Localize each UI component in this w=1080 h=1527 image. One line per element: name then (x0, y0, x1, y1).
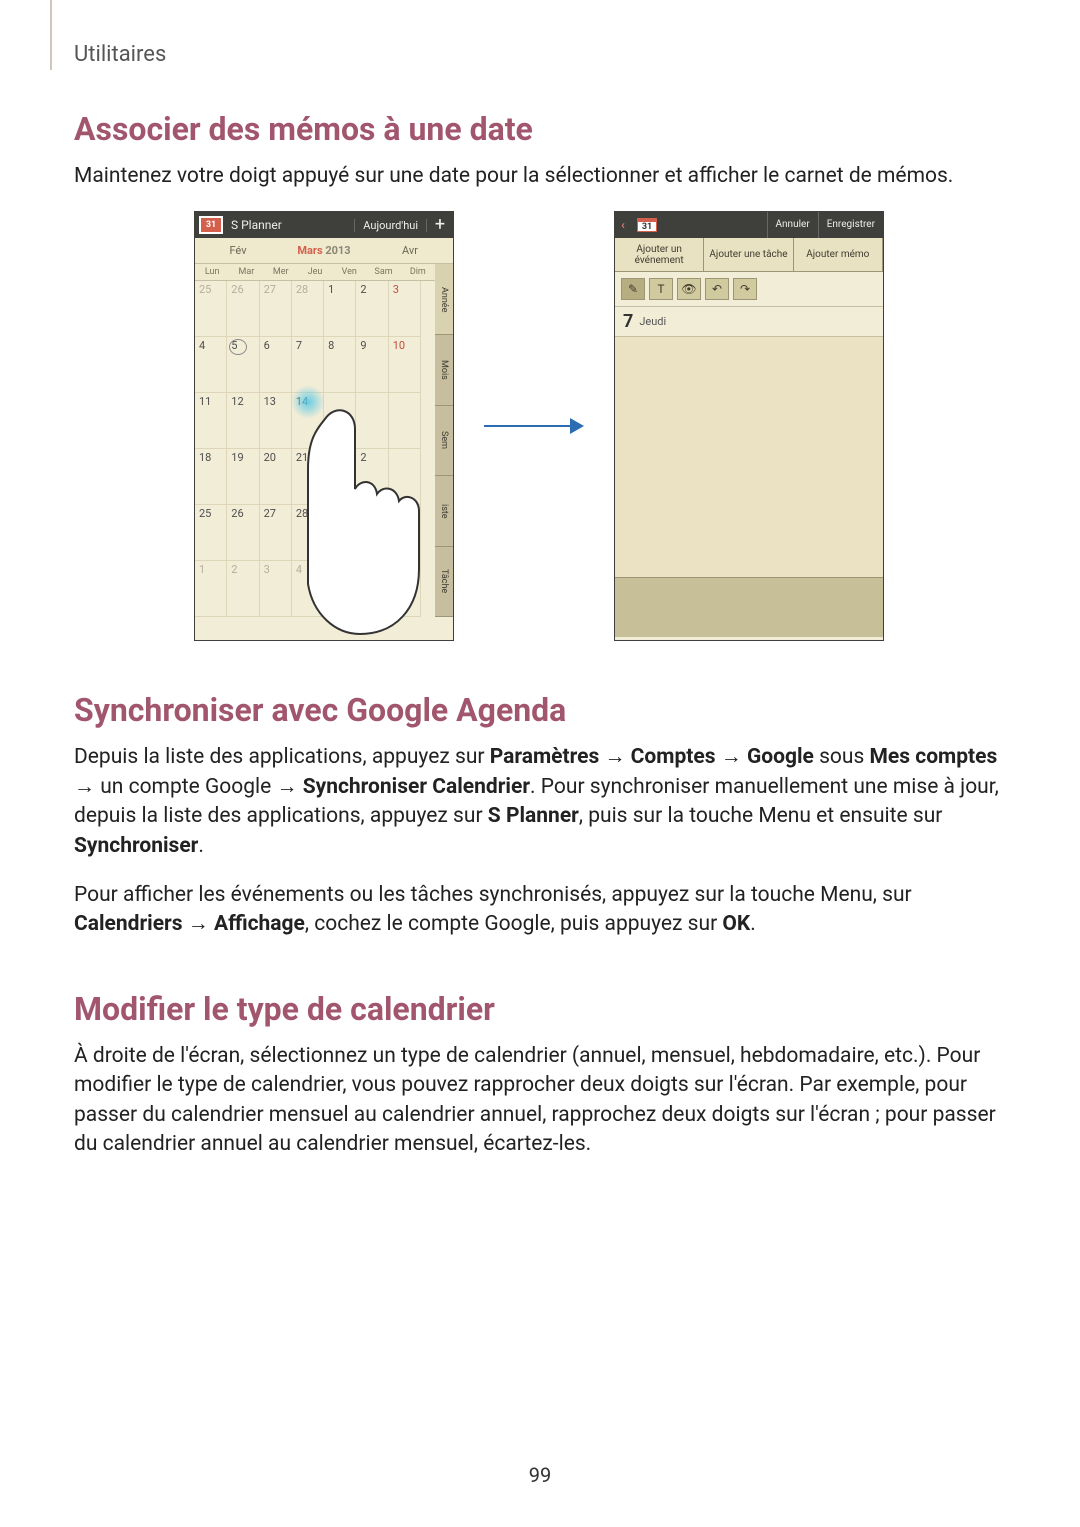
day-cell[interactable]: 18 (195, 449, 227, 504)
day-cell-selected[interactable]: 7 (292, 337, 324, 392)
calendar-small-icon: 31 (637, 218, 657, 232)
tab-add-memo[interactable]: Ajouter mémo (794, 238, 883, 271)
day-cell[interactable]: 3 (260, 561, 292, 616)
day-cell[interactable]: 2 (227, 561, 259, 616)
calendar-app-icon: 31 (201, 218, 221, 232)
day-cell[interactable]: 19 (227, 449, 259, 504)
day-cell[interactable]: 9 (356, 337, 388, 392)
heading-associate-memos: Associer des mémos à une date (74, 110, 1004, 148)
section3-p1: À droite de l'écran, sélectionnez un typ… (74, 1042, 1004, 1160)
day-cell[interactable]: 20 (260, 449, 292, 504)
day-cell[interactable]: 4 (195, 337, 227, 392)
day-cell[interactable]: 1 (195, 561, 227, 616)
today-button[interactable]: Aujourd'hui (354, 219, 427, 232)
dow: Jeu (298, 264, 332, 280)
day-cell[interactable]: 13 (260, 393, 292, 448)
page-number: 99 (0, 1463, 1080, 1487)
breadcrumb: Utilitaires (74, 42, 166, 67)
memo-canvas[interactable] (615, 337, 883, 577)
heading-sync-google: Synchroniser avec Google Agenda (74, 691, 1004, 729)
dow: Sam (366, 264, 400, 280)
day-cell[interactable]: 26 (227, 281, 259, 336)
screenshot-calendar: 31 S Planner Aujourd'hui + Fév Mars 2013… (194, 211, 454, 641)
tab-add-event[interactable]: Ajouter un événement (615, 238, 704, 271)
memo-day-name: Jeudi (639, 315, 666, 328)
prev-month[interactable]: Fév (195, 238, 281, 263)
save-button[interactable]: Enregistrer (818, 212, 883, 238)
section1-text: Maintenez votre doigt appuyé sur une dat… (74, 162, 1004, 191)
day-cell[interactable]: 8 (324, 337, 356, 392)
current-month: Mars 2013 (281, 238, 367, 263)
day-cell[interactable]: 26 (227, 505, 259, 560)
day-cell[interactable]: 25 (195, 281, 227, 336)
day-cell[interactable]: 25 (195, 505, 227, 560)
day-cell[interactable]: 10 (389, 337, 421, 392)
day-cell[interactable]: 6 (260, 337, 292, 392)
dow: Lun (195, 264, 229, 280)
dow: Dim (401, 264, 435, 280)
section2-p2: Pour afficher les événements ou les tâch… (74, 881, 1004, 940)
memo-footer (615, 577, 883, 637)
undo-tool-icon[interactable]: ↶ (705, 278, 729, 300)
day-cell[interactable]: 27 (260, 505, 292, 560)
memo-day-number: 7 (623, 311, 633, 332)
dow: Mer (264, 264, 298, 280)
day-cell[interactable]: 12 (227, 393, 259, 448)
day-cell[interactable]: 28 (292, 281, 324, 336)
day-cell[interactable]: 27 (260, 281, 292, 336)
view-tab-month[interactable]: Mois (435, 335, 453, 406)
add-button[interactable]: + (427, 212, 453, 238)
tab-add-task[interactable]: Ajouter une tâche (704, 238, 793, 271)
dow: Ven (332, 264, 366, 280)
dow: Mar (229, 264, 263, 280)
day-cell[interactable]: 11 (195, 393, 227, 448)
back-button[interactable]: ‹ (615, 218, 631, 232)
day-cell[interactable]: 1 (324, 281, 356, 336)
pen-tool-icon[interactable]: ✎ (621, 278, 645, 300)
cancel-button[interactable]: Annuler (767, 212, 818, 238)
day-cell[interactable]: 3 (389, 281, 421, 336)
next-month[interactable]: Avr (367, 238, 453, 263)
view-tool-icon[interactable]: 👁 (677, 278, 701, 300)
day-cell[interactable]: 2 (356, 281, 388, 336)
section2-p1: Depuis la liste des applications, appuye… (74, 743, 1004, 861)
day-cell-today[interactable]: 5 (227, 337, 259, 392)
text-tool-icon[interactable]: T (649, 278, 673, 300)
redo-tool-icon[interactable]: ↷ (733, 278, 757, 300)
screenshot-memo: ‹ 31 Annuler Enregistrer Ajouter un évén… (614, 211, 884, 641)
heading-modify-calendar-type: Modifier le type de calendrier (74, 990, 1004, 1028)
calendar-app-title: S Planner (227, 218, 354, 232)
view-tab-year[interactable]: Année (435, 264, 453, 335)
hand-pointer-icon (305, 399, 505, 639)
